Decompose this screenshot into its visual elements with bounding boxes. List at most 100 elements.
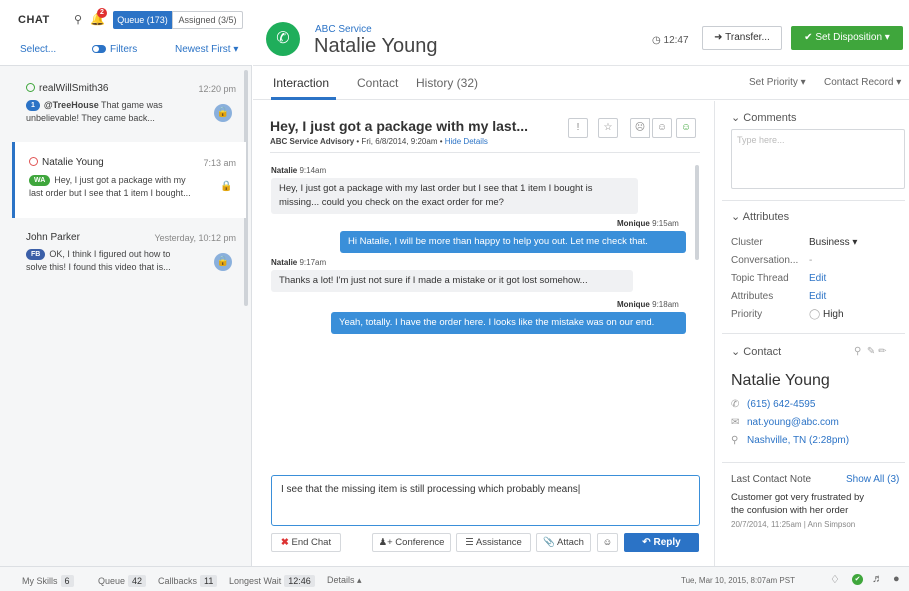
assistance-button[interactable]: ☰ Assistance <box>456 533 531 552</box>
neutral-face-icon[interactable]: ☺ <box>652 118 672 138</box>
search-icon[interactable]: ⚲ <box>74 13 82 26</box>
contact-actions: ⚲ ✎ ✏ <box>854 346 886 357</box>
lock-icon[interactable]: 🔒 <box>214 104 232 122</box>
happy-face-icon[interactable]: ☺ <box>676 118 696 138</box>
search-icon[interactable]: ⚲ <box>854 346 861 357</box>
tab-interaction[interactable]: Interaction <box>273 76 329 90</box>
conversation-list-header <box>0 0 252 66</box>
last-contact-note-label: Last Contact Note <box>731 474 812 485</box>
thread-scrollbar[interactable] <box>695 165 699 260</box>
tab-queue[interactable]: Queue (173) <box>113 11 172 29</box>
comments-section-toggle[interactable]: ⌄ Comments <box>731 111 796 124</box>
conversation-name: Natalie Young <box>42 157 104 168</box>
filters-toggle[interactable]: Filters <box>92 44 137 55</box>
message-bubble-incoming: Hey, I just got a package with my last o… <box>271 178 638 214</box>
tab-history[interactable]: History (32) <box>416 76 478 90</box>
reply-button[interactable]: ↶ Reply <box>624 533 699 552</box>
callbacks-count[interactable]: Callbacks 11 <box>158 575 218 587</box>
end-chat-button[interactable]: ✖ End Chat <box>271 533 341 552</box>
volume-icon[interactable]: ♬ <box>872 573 883 585</box>
edit-icon[interactable]: ✎ <box>867 346 875 357</box>
reply-arrow-icon: ↶ <box>642 537 651 548</box>
tab-contact[interactable]: Contact <box>357 76 398 90</box>
priority-value: ◯ High <box>809 309 844 320</box>
microphone-icon[interactable]: ● <box>893 573 900 585</box>
active-tab-indicator <box>271 97 336 100</box>
panel-title: CHAT <box>18 14 50 26</box>
chevron-down-icon: ⌄ <box>731 112 744 124</box>
channel-badge: WA <box>29 175 51 187</box>
attach-button[interactable]: 📎 Attach <box>536 533 591 552</box>
set-disposition-button[interactable]: ✔ Set Disposition ▾ <box>791 26 903 50</box>
mail-icon: ✉ <box>731 417 740 428</box>
divider <box>722 333 905 334</box>
status-icon <box>26 83 35 92</box>
contact-email[interactable]: ✉ nat.young@abc.com <box>731 417 839 428</box>
paperclip-icon: 📎 <box>543 537 555 548</box>
attribute-value: - <box>809 255 813 266</box>
my-skills[interactable]: My Skills 6 <box>22 575 74 587</box>
tab-bar <box>253 67 909 100</box>
attributes-section-toggle[interactable]: ⌄ Attributes <box>731 210 789 223</box>
conversation-name: John Parker <box>26 232 80 243</box>
lock-icon[interactable]: 🔒 <box>220 178 232 196</box>
show-all-link[interactable]: Show All (3) <box>846 474 899 485</box>
notification-badge: 2 <box>97 8 107 18</box>
star-icon[interactable]: ☆ <box>598 118 618 138</box>
message-sender: Monique 9:15am <box>617 219 679 228</box>
sad-face-icon[interactable]: ☹ <box>630 118 650 138</box>
conversation-handle: @TreeHouse <box>43 100 99 110</box>
status-icon <box>29 157 38 166</box>
note-meta: 20/7/2014, 11:25am | Ann Simpson <box>731 520 856 529</box>
check-icon: ✔ <box>804 32 816 43</box>
cluster-dropdown[interactable]: Business ▾ <box>809 237 857 248</box>
contact-location[interactable]: ⚲ Nashville, TN (2:28pm) <box>731 435 849 446</box>
attribute-key: Cluster <box>731 237 763 248</box>
attribute-key: Conversation... <box>731 255 799 266</box>
details-toggle[interactable]: Details ▴ <box>327 575 362 586</box>
list-item[interactable]: John Parker Yesterday, 10:12 pm FB OK, I … <box>12 222 246 284</box>
status-ok-icon[interactable]: ✔ <box>852 574 863 585</box>
attribute-key: Priority <box>731 309 763 320</box>
toggle-icon <box>92 45 106 54</box>
map-pin-icon: ⚲ <box>731 435 739 446</box>
contact-record-dropdown[interactable]: Contact Record ▾ <box>824 77 901 88</box>
sort-dropdown[interactable]: Newest First ▾ <box>175 44 238 55</box>
attributes-edit-link[interactable]: Edit <box>809 291 826 302</box>
conversation-name: realWillSmith36 <box>39 83 109 94</box>
message-bubble-outgoing: Hi Natalie, I will be more than happy to… <box>340 231 686 253</box>
queue-count[interactable]: Queue 42 <box>98 575 147 587</box>
set-priority-dropdown[interactable]: Set Priority ▾ <box>749 77 806 88</box>
priority-icon: ◯ <box>809 309 823 320</box>
channel-badge: 1 <box>26 100 40 112</box>
whatsapp-icon: ✆ <box>266 22 300 56</box>
contact-name: Natalie Young <box>731 372 830 389</box>
hide-details-link[interactable]: Hide Details <box>445 137 488 146</box>
bell-icon[interactable]: ♢ <box>830 573 840 586</box>
service-name: ABC Service <box>315 24 372 35</box>
list-item[interactable]: realWillSmith36 12:20 pm 1 @TreeHouse Tha… <box>12 76 246 138</box>
phone-icon: ✆ <box>731 399 740 410</box>
channel-badge: FB <box>26 249 46 261</box>
transfer-button[interactable]: ➜ Transfer... <box>702 26 782 50</box>
emoji-button[interactable]: ☺ <box>597 533 618 552</box>
message-sender: Natalie 9:14am <box>271 166 327 175</box>
pencil-icon[interactable]: ✏ <box>878 346 886 357</box>
contact-phone[interactable]: ✆ (615) 642-4595 <box>731 399 815 410</box>
divider <box>270 152 700 153</box>
chevron-down-icon: ⌄ <box>731 346 744 358</box>
message-sender: Monique 9:18am <box>617 300 679 309</box>
list-item[interactable]: Natalie Young 7:13 am WA Hey, I just got … <box>12 142 246 218</box>
list-icon: ☰ <box>465 537 474 548</box>
tab-assigned[interactable]: Assigned (3/5) <box>172 11 243 29</box>
conference-button[interactable]: ♟+ Conference <box>372 533 451 552</box>
thread-subject: Hey, I just got a package with my last..… <box>270 118 529 134</box>
contact-section-toggle[interactable]: ⌄ Contact <box>731 345 781 358</box>
flag-icon[interactable]: ! <box>568 118 588 138</box>
conversation-time: 12:20 pm <box>198 84 236 94</box>
lock-icon[interactable]: 🔒 <box>214 253 232 271</box>
topic-thread-edit-link[interactable]: Edit <box>809 273 826 284</box>
select-dropdown[interactable]: Select... <box>20 44 56 55</box>
comments-input[interactable]: Type here... <box>731 129 905 189</box>
reply-input[interactable]: I see that the missing item is still pro… <box>271 475 700 526</box>
